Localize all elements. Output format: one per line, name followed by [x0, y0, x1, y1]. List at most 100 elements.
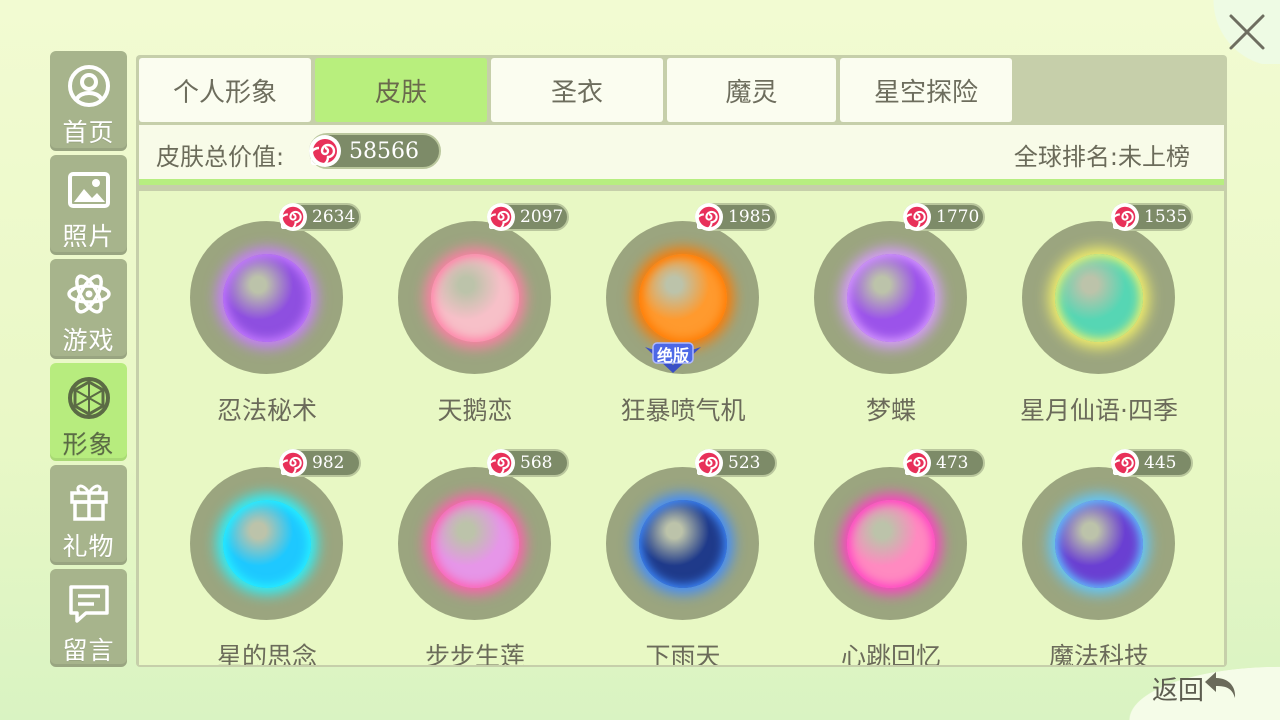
- user-circle-icon: [67, 65, 110, 107]
- skin-orb-image: [430, 499, 519, 588]
- sidebar-item-photos[interactable]: 照片: [50, 155, 127, 255]
- skin-grid: 2634 忍法秘术 2097 天鹅恋 绝版 1985 狂暴喷气机 1770 梦蝶 1535 星月仙语…: [139, 191, 1224, 665]
- skin-price: 2097: [520, 207, 564, 227]
- skin-name: 下雨天: [645, 642, 721, 665]
- skin-item[interactable]: 1535 星月仙语·四季: [989, 193, 1193, 425]
- skin-price: 1770: [936, 207, 980, 227]
- skin-preview: [606, 467, 759, 620]
- skin-price-badge: 568: [487, 449, 569, 477]
- sidebar: 首页 照片 游戏 形象 礼物 留言: [50, 51, 127, 671]
- sidebar-item-label: 形象: [62, 430, 115, 459]
- skin-item[interactable]: 523 下雨天: [573, 439, 777, 665]
- limited-edition-badge: 绝版: [641, 341, 705, 375]
- skin-price-badge: 2097: [487, 203, 569, 231]
- skin-item[interactable]: 绝版 1985 狂暴喷气机: [573, 193, 777, 425]
- skin-item[interactable]: 568 步步生莲: [365, 439, 569, 665]
- skin-price-badge: 1770: [903, 203, 985, 231]
- skin-orb-image: [638, 499, 727, 588]
- skin-name: 忍法秘术: [216, 396, 317, 425]
- candy-coin-icon: [1111, 449, 1139, 477]
- tab-spirit[interactable]: 魔灵: [667, 58, 836, 122]
- gem-icon: [67, 377, 110, 419]
- tab-bar: 个人形象 皮肤 圣衣 魔灵 星空探险: [139, 58, 1016, 122]
- skin-preview: [1022, 467, 1175, 620]
- close-icon: [1229, 14, 1265, 50]
- atom-icon: [66, 274, 111, 314]
- sidebar-item-label: 礼物: [62, 532, 115, 561]
- sidebar-item-label: 首页: [62, 118, 115, 147]
- sidebar-item-gifts[interactable]: 礼物: [50, 465, 127, 565]
- skin-preview: [190, 467, 343, 620]
- candy-coin-icon: [1111, 203, 1139, 231]
- skin-orb-image: [846, 253, 935, 342]
- skin-summary: 皮肤总价值: 58566 全球排名:未上榜: [139, 125, 1224, 185]
- tab-holy-cloth[interactable]: 圣衣: [491, 58, 663, 122]
- skin-orb-image: [638, 253, 727, 342]
- candy-coin-icon: [279, 449, 307, 477]
- skin-price: 523: [728, 453, 761, 473]
- gift-icon: [69, 484, 108, 521]
- skin-name: 天鹅恋: [437, 396, 513, 425]
- skin-price-badge: 523: [695, 449, 777, 477]
- skin-price: 1535: [1144, 207, 1188, 227]
- skin-orb-image: [430, 253, 519, 342]
- skin-name: 星月仙语·四季: [1020, 396, 1178, 425]
- skin-price-badge: 1985: [695, 203, 777, 231]
- skin-orb-image: [846, 499, 935, 588]
- skin-item[interactable]: 1770 梦蝶: [781, 193, 985, 425]
- message-icon: [68, 585, 109, 623]
- skin-preview: [1022, 221, 1175, 374]
- badge-label: 绝版: [656, 346, 689, 365]
- sidebar-item-messages[interactable]: 留言: [50, 569, 127, 667]
- skin-preview: [398, 467, 551, 620]
- skin-price-badge: 1535: [1111, 203, 1193, 231]
- sidebar-item-label: 照片: [62, 222, 115, 251]
- skin-orb-image: [1054, 499, 1143, 588]
- skin-price: 2634: [312, 207, 356, 227]
- skin-orb-image: [222, 499, 311, 588]
- back-button[interactable]: 返回: [1110, 660, 1280, 720]
- total-value-badge: 58566: [309, 133, 441, 169]
- skin-price-badge: 473: [903, 449, 985, 477]
- global-rank: 全球排名:未上榜: [1013, 143, 1190, 171]
- skin-price: 1985: [728, 207, 772, 227]
- skin-orb-image: [222, 253, 311, 342]
- sidebar-item-games[interactable]: 游戏: [50, 259, 127, 359]
- skin-preview: [814, 467, 967, 620]
- candy-coin-icon: [695, 203, 723, 231]
- skin-orb-image: [1054, 253, 1143, 342]
- skin-price-badge: 2634: [279, 203, 361, 231]
- skin-panel: 个人形象 皮肤 圣衣 魔灵 星空探险 皮肤总价值: 58566 全球排名:未上榜…: [136, 55, 1227, 667]
- candy-coin-icon: [487, 449, 515, 477]
- skin-item[interactable]: 2634 忍法秘术: [157, 193, 361, 425]
- back-label: 返回: [1152, 676, 1205, 706]
- skin-price-badge: 982: [279, 449, 361, 477]
- tab-star-adventure[interactable]: 星空探险: [840, 58, 1012, 122]
- candy-coin-icon: [903, 449, 931, 477]
- skin-name: 步步生莲: [424, 642, 525, 665]
- tab-skin[interactable]: 皮肤: [315, 58, 487, 122]
- back-arrow-icon: [1205, 672, 1236, 698]
- skin-item[interactable]: 473 心跳回忆: [781, 439, 985, 665]
- sidebar-item-label: 游戏: [62, 326, 115, 355]
- total-value-label: 皮肤总价值:: [156, 143, 285, 171]
- skin-price: 445: [1144, 453, 1177, 473]
- skin-name: 星的思念: [216, 642, 317, 665]
- skin-item[interactable]: 445 魔法科技: [989, 439, 1193, 665]
- skin-price: 473: [936, 453, 969, 473]
- skin-preview: [398, 221, 551, 374]
- skin-item[interactable]: 982 星的思念: [157, 439, 361, 665]
- candy-coin-icon: [903, 203, 931, 231]
- total-value: 58566: [349, 138, 419, 164]
- skin-name: 梦蝶: [865, 396, 916, 425]
- skin-price: 982: [312, 453, 345, 473]
- candy-coin-icon: [695, 449, 723, 477]
- tab-personal-image[interactable]: 个人形象: [139, 58, 311, 122]
- sidebar-item-appearance[interactable]: 形象: [50, 363, 127, 461]
- sidebar-item-home[interactable]: 首页: [50, 51, 127, 151]
- skin-preview: [814, 221, 967, 374]
- skin-item[interactable]: 2097 天鹅恋: [365, 193, 569, 425]
- candy-coin-icon: [487, 203, 515, 231]
- candy-coin-icon: [279, 203, 307, 231]
- skin-name: 心跳回忆: [840, 642, 941, 665]
